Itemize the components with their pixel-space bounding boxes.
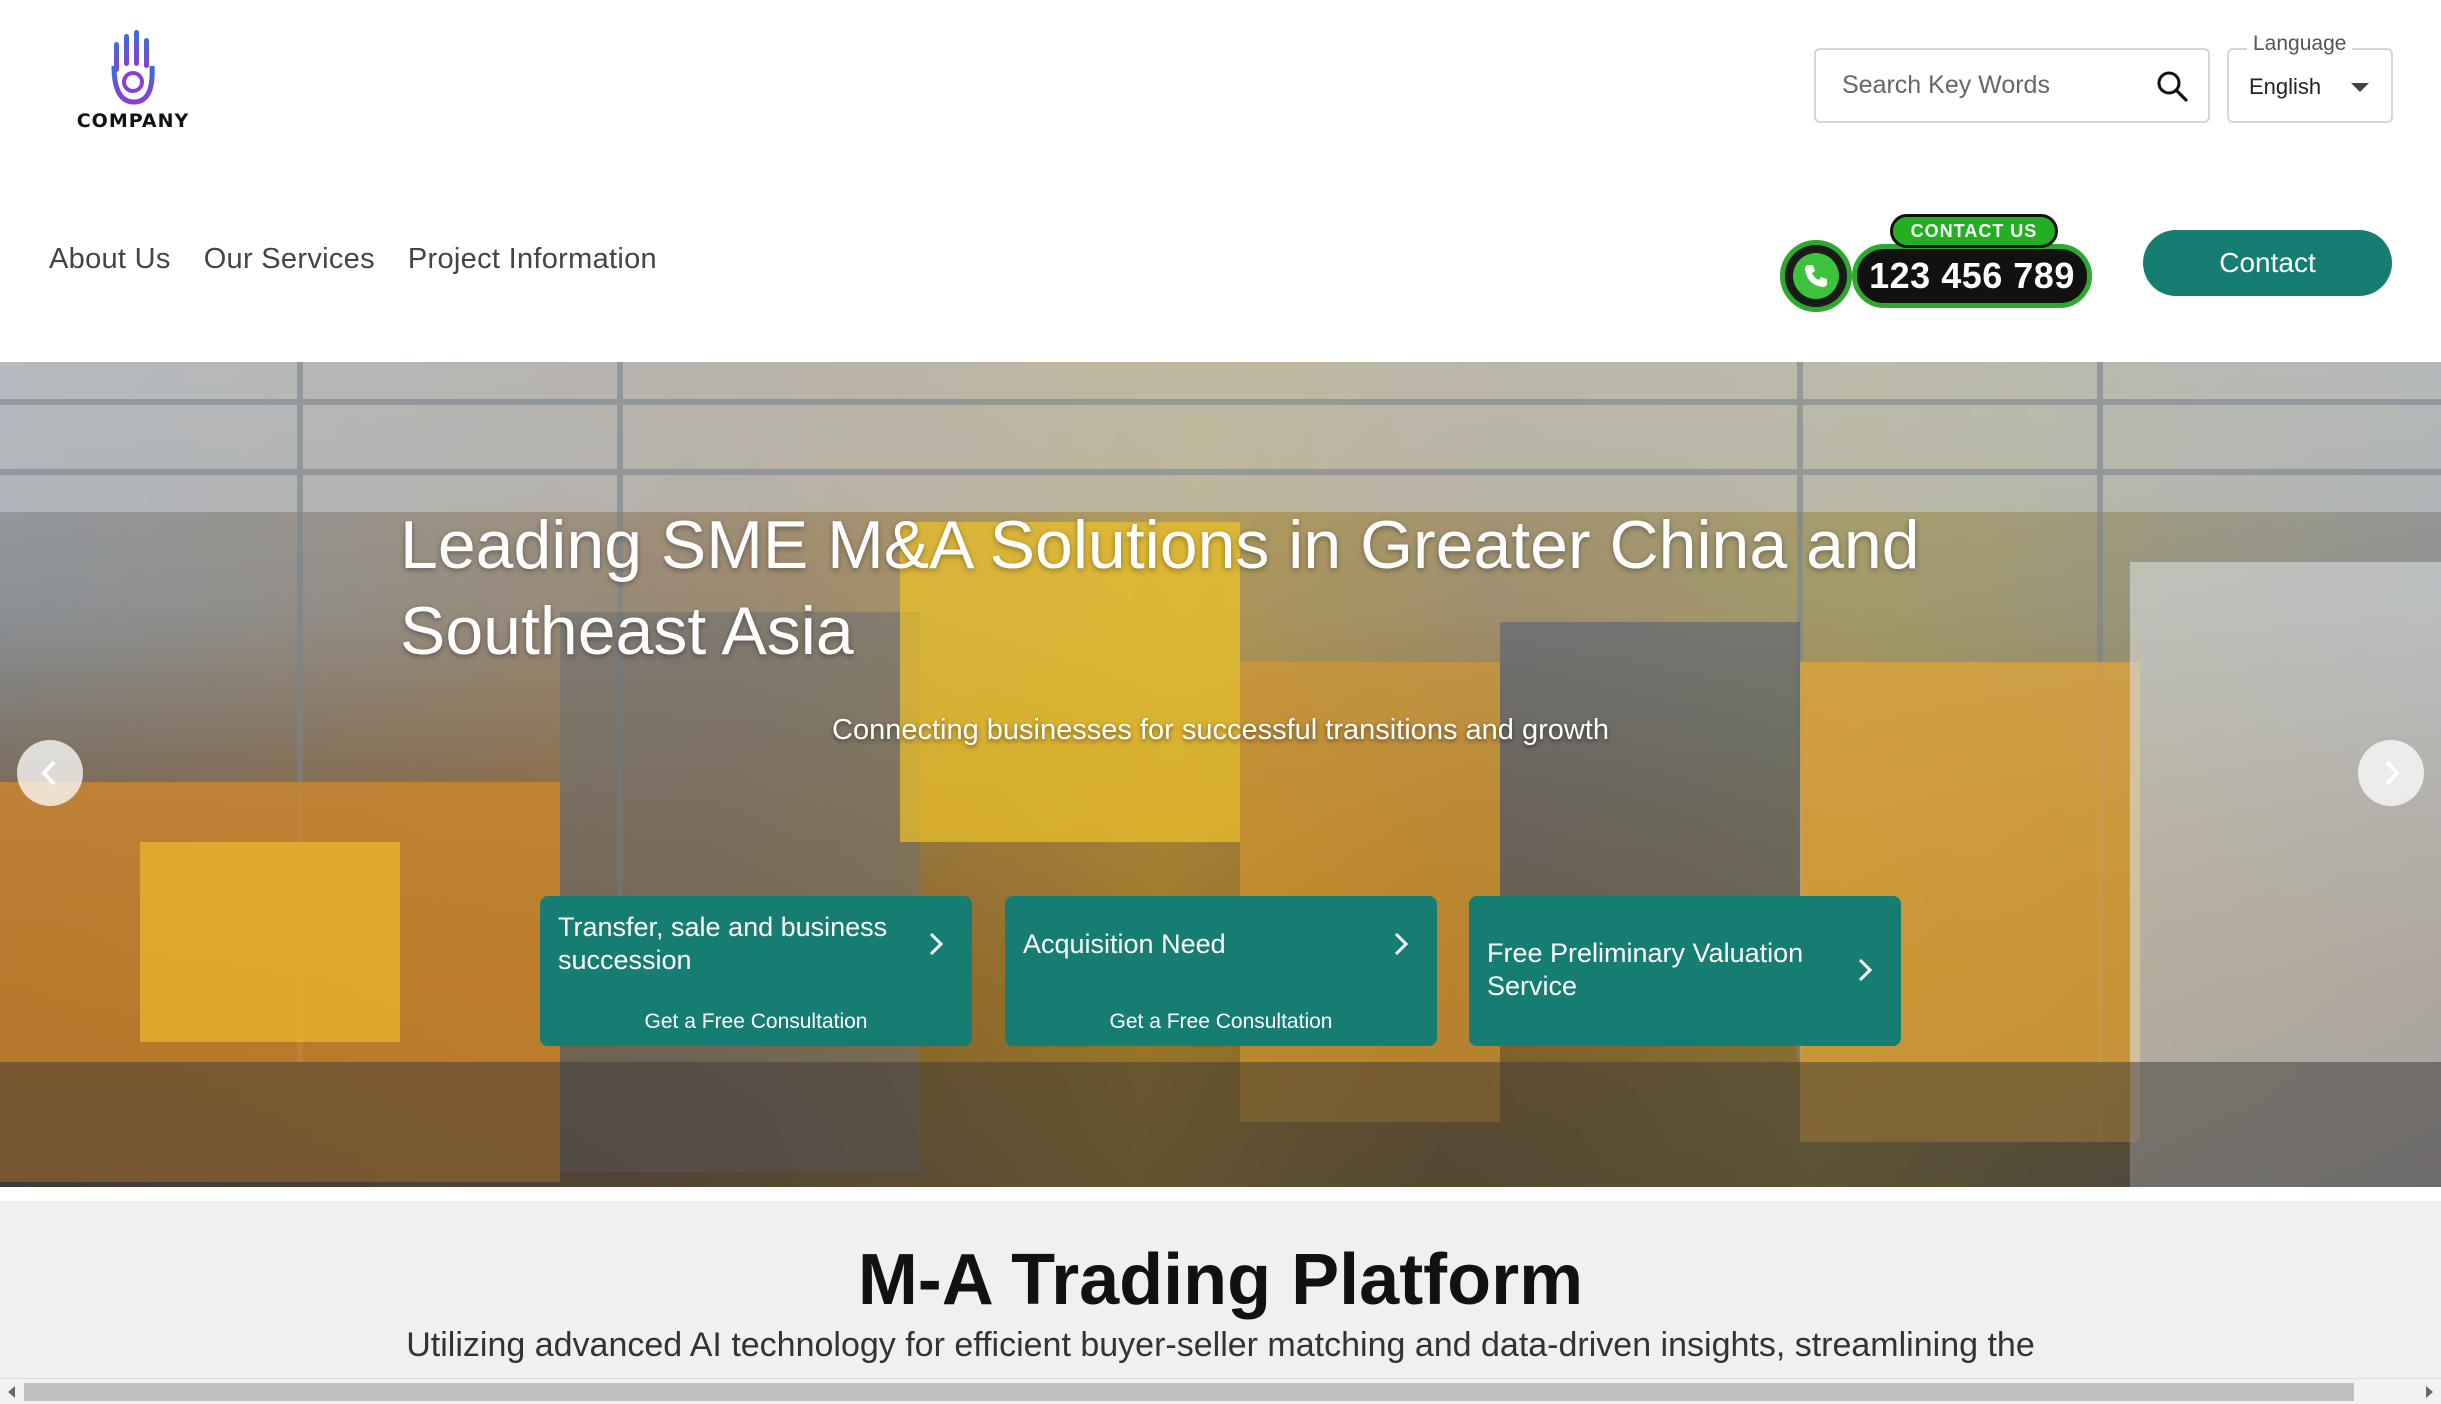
contact-us-tag: CONTACT US	[1890, 214, 2058, 248]
hero-banner: Leading SME M&A Solutions in Greater Chi…	[0, 362, 2441, 1187]
section-description: Utilizing advanced AI technology for eff…	[406, 1326, 2035, 1364]
card-acquisition-need[interactable]: Acquisition Need Get a Free Consultation	[1005, 896, 1437, 1046]
card-transfer-sale-succession[interactable]: Transfer, sale and business succession G…	[540, 896, 972, 1046]
phone-number: 123 456 789	[1852, 244, 2092, 308]
logo-text: COMPANY	[76, 110, 190, 132]
platform-section: M-A Trading Platform Utilizing advanced …	[0, 1201, 2441, 1404]
chevron-left-icon	[41, 760, 56, 786]
carousel-prev-button[interactable]	[17, 740, 83, 806]
chevron-right-icon	[1858, 958, 1873, 982]
section-title: M-A Trading Platform	[857, 1240, 1584, 1320]
card-subtitle: Get a Free Consultation	[644, 1010, 868, 1033]
phone-icon	[1805, 265, 1827, 287]
contact-phone-badge[interactable]: 123 456 789 CONTACT US	[1780, 212, 2096, 312]
phone-icon-circle	[1780, 240, 1852, 312]
hero-title: Leading SME M&A Solutions in Greater Chi…	[400, 507, 1920, 669]
language-value: English	[2249, 74, 2322, 99]
card-free-valuation[interactable]: Free Preliminary Valuation Service	[1469, 896, 1901, 1046]
search-button[interactable]	[2150, 64, 2194, 108]
carousel-next-button[interactable]	[2358, 740, 2424, 806]
card-title: Transfer, sale and business succession	[558, 912, 888, 975]
search-input[interactable]	[1818, 52, 2138, 119]
scroll-left-arrow-icon[interactable]	[8, 1386, 15, 1398]
scroll-right-arrow-icon[interactable]	[2426, 1386, 2433, 1398]
chevron-right-icon	[929, 932, 944, 956]
chevron-right-icon	[1394, 932, 1409, 956]
scrollbar-thumb[interactable]	[24, 1383, 2354, 1401]
horizontal-scrollbar[interactable]	[0, 1378, 2441, 1404]
card-subtitle: Get a Free Consultation	[1109, 1010, 1333, 1033]
card-title: Acquisition Need	[1023, 928, 1226, 959]
chevron-right-icon	[2385, 760, 2400, 786]
contact-button[interactable]: Contact	[2143, 230, 2392, 296]
main-nav: About Us Our Services Project Informatio…	[49, 243, 657, 276]
language-label: Language	[2247, 32, 2353, 56]
search-icon	[2157, 71, 2188, 102]
nav-item-project-information[interactable]: Project Information	[408, 243, 657, 276]
language-select[interactable]: Language English	[2227, 32, 2393, 123]
hero-subtitle: Connecting businesses for successful tra…	[832, 714, 1609, 746]
hand-logo-icon	[111, 30, 155, 105]
nav-item-about-us[interactable]: About Us	[49, 243, 171, 276]
search-box	[1814, 48, 2210, 123]
factory-background-image	[0, 362, 2441, 1187]
chevron-down-icon	[2351, 83, 2369, 92]
company-logo[interactable]: COMPANY	[74, 30, 192, 138]
nav-item-our-services[interactable]: Our Services	[204, 243, 375, 276]
card-title: Free Preliminary Valuation Service	[1487, 938, 1804, 1001]
